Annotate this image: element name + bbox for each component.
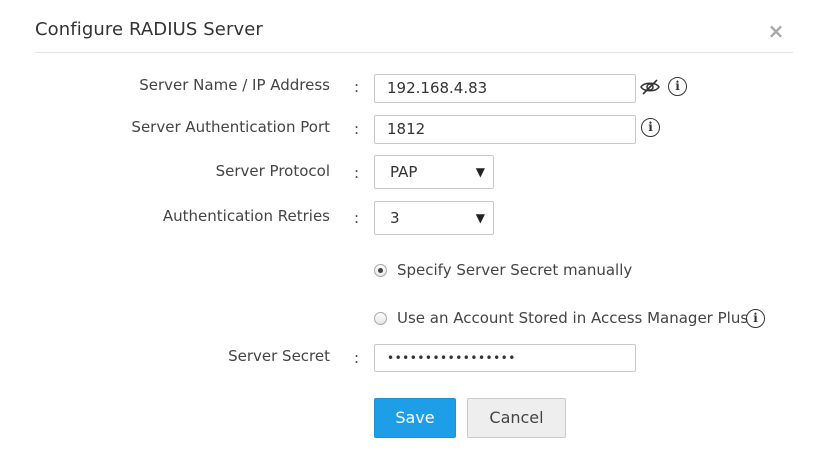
radio-use-stored-account-label: Use an Account Stored in Access Manager … <box>397 309 749 327</box>
save-button[interactable]: Save <box>374 398 456 438</box>
dialog-title: Configure RADIUS Server <box>35 19 263 40</box>
protocol-selected-value: PAP <box>390 163 418 181</box>
configure-radius-dialog: Configure RADIUS Server × Server Name / … <box>0 0 827 467</box>
server-secret-input[interactable]: ••••••••••••••••• <box>374 344 636 372</box>
colon: : <box>354 209 360 227</box>
protocol-label: Server Protocol <box>215 162 330 180</box>
radio-button-unchecked[interactable] <box>374 311 387 325</box>
server-name-label: Server Name / IP Address <box>139 76 330 94</box>
auth-port-info-icon[interactable]: i <box>641 118 660 137</box>
radio-use-stored-account[interactable]: Use an Account Stored in Access Manager … <box>374 309 748 327</box>
stored-account-info-icon[interactable]: i <box>746 309 765 328</box>
caret-down-icon: ▼ <box>475 165 485 179</box>
radio-specify-manually-label: Specify Server Secret manually <box>397 261 633 279</box>
protocol-select[interactable]: PAP ▼ <box>374 155 494 189</box>
auth-port-label: Server Authentication Port <box>131 118 330 136</box>
colon: : <box>354 120 360 138</box>
colon: : <box>354 164 360 182</box>
radio-specify-manually[interactable]: Specify Server Secret manually <box>374 261 632 279</box>
server-name-input[interactable]: 192.168.4.83 <box>374 74 636 103</box>
eye-slash-icon[interactable] <box>639 77 661 97</box>
cancel-button[interactable]: Cancel <box>467 398 566 438</box>
close-icon[interactable]: × <box>766 19 786 43</box>
retries-selected-value: 3 <box>390 209 400 227</box>
colon: : <box>354 349 360 367</box>
server-secret-label: Server Secret <box>228 347 330 365</box>
auth-port-input[interactable]: 1812 <box>374 115 636 144</box>
caret-down-icon: ▼ <box>475 211 485 225</box>
header-divider <box>35 52 793 53</box>
radio-button-checked[interactable] <box>374 263 387 277</box>
colon: : <box>354 78 360 96</box>
retries-select[interactable]: 3 ▼ <box>374 201 494 235</box>
retries-label: Authentication Retries <box>162 207 330 225</box>
server-name-info-icon[interactable]: i <box>668 77 687 96</box>
